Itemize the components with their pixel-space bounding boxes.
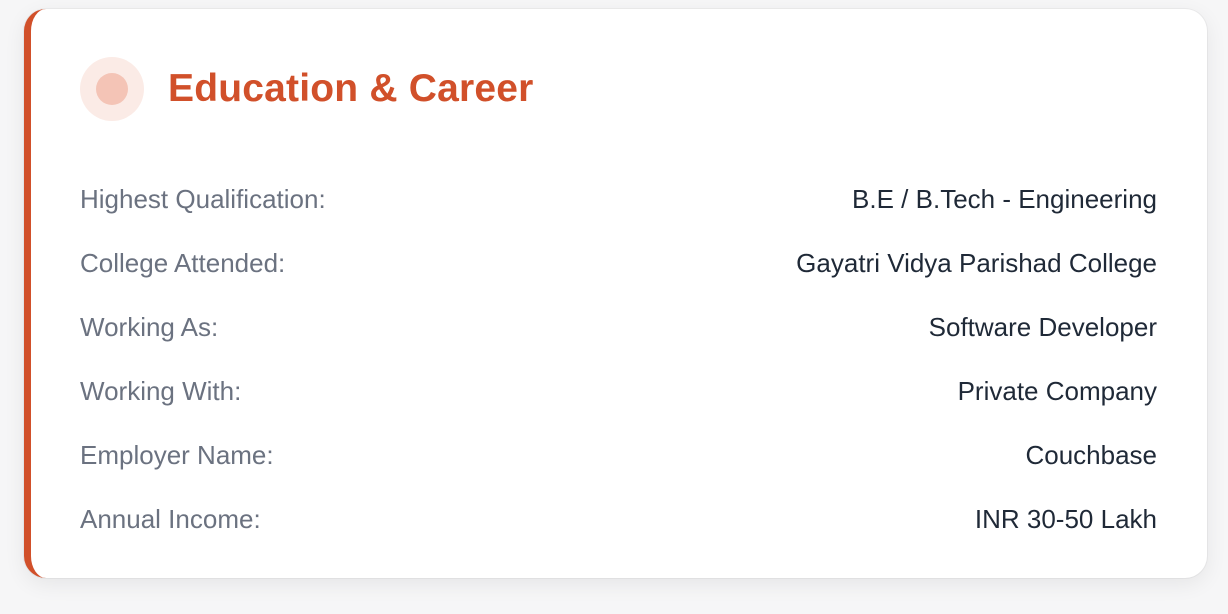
detail-value: Software Developer [928, 311, 1157, 342]
detail-value: B.E / B.Tech - Engineering [852, 183, 1157, 214]
detail-row-working-as: Working As: Software Developer [80, 295, 1157, 359]
icon-inner-dot [96, 73, 128, 105]
detail-row-qualification: Highest Qualification: B.E / B.Tech - En… [80, 167, 1157, 231]
detail-label: Working As: [80, 311, 219, 342]
detail-label: Working With: [80, 375, 242, 406]
detail-value: Private Company [957, 375, 1157, 406]
detail-row-working-with: Working With: Private Company [80, 359, 1157, 423]
circle-dot-icon [80, 57, 144, 121]
card-title: Education & Career [168, 67, 534, 110]
card-header: Education & Career [80, 57, 534, 121]
detail-value: Couchbase [1025, 439, 1157, 470]
detail-label: Highest Qualification: [80, 183, 326, 214]
education-career-card: Education & Career Highest Qualification… [24, 9, 1207, 578]
detail-row-employer: Employer Name: Couchbase [80, 423, 1157, 487]
detail-value: INR 30-50 Lakh [974, 503, 1157, 534]
detail-label: College Attended: [80, 247, 286, 278]
detail-row-college: College Attended: Gayatri Vidya Parishad… [80, 231, 1157, 295]
detail-label: Employer Name: [80, 439, 274, 470]
detail-value: Gayatri Vidya Parishad College [796, 247, 1157, 278]
detail-row-income: Annual Income: INR 30-50 Lakh [80, 487, 1157, 551]
detail-label: Annual Income: [80, 503, 261, 534]
details-list: Highest Qualification: B.E / B.Tech - En… [80, 167, 1157, 551]
